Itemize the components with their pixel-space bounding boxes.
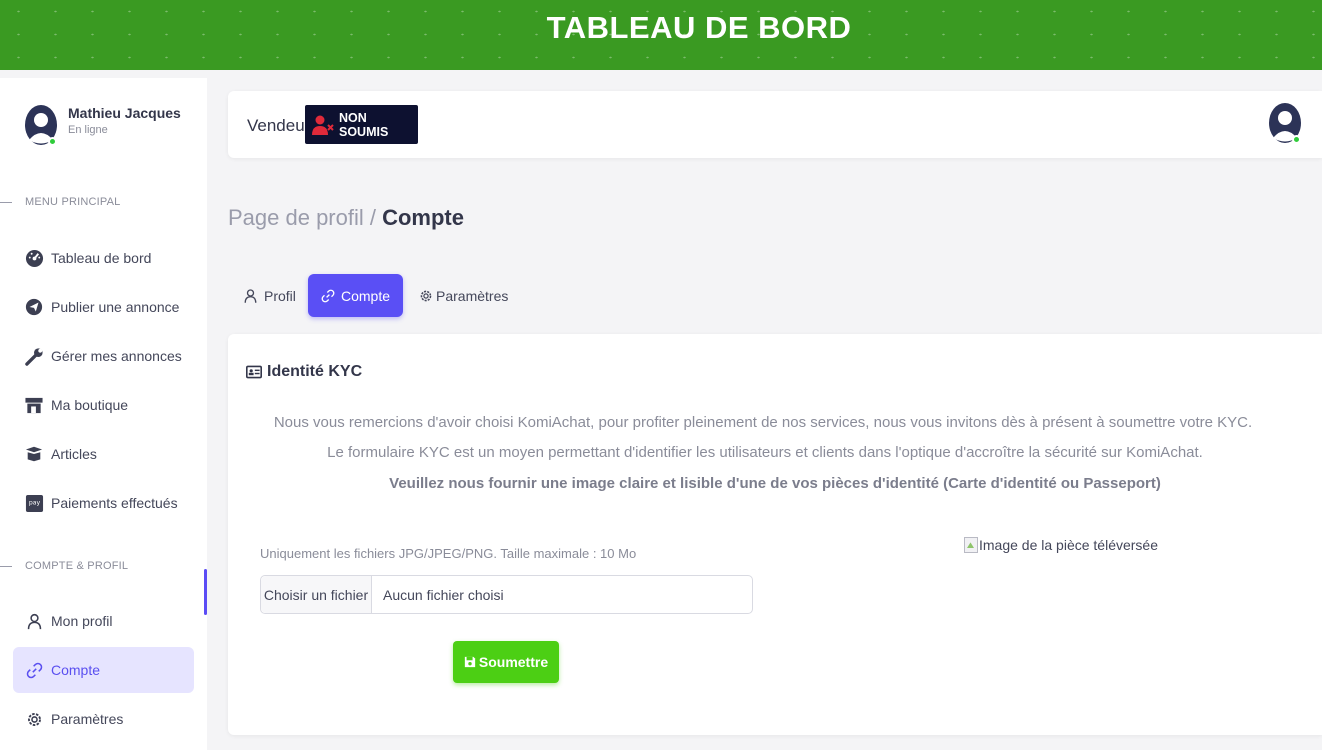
send-icon xyxy=(24,297,44,317)
breadcrumb: Page de profil / Compte xyxy=(228,205,464,231)
sidebar-item-dashboard[interactable]: Tableau de bord xyxy=(13,235,194,281)
breadcrumb-separator: / xyxy=(363,205,383,230)
sidebar-item-label: Gérer mes annonces xyxy=(51,348,182,364)
active-indicator xyxy=(204,569,207,615)
store-icon xyxy=(24,395,44,415)
tab-label: Compte xyxy=(340,287,391,304)
user-status: En ligne xyxy=(68,124,108,136)
sidebar-item-my-profile[interactable]: Mon profil xyxy=(13,598,194,644)
header-bar: Vendeur NON SOUMIS xyxy=(228,91,1322,158)
section-title-account: COMPTE & PROFIL xyxy=(0,560,128,572)
user-unverified-icon xyxy=(311,113,335,137)
file-upload-input[interactable]: Choisir un fichier Aucun fichier choisi xyxy=(260,575,753,614)
sidebar-item-label: Mon profil xyxy=(51,613,113,629)
kyc-card: Identité KYC Nous vous remercions d'avoi… xyxy=(228,334,1322,735)
sidebar-item-publish[interactable]: Publier une annonce xyxy=(13,284,194,330)
top-banner: TABLEAU DE BORD xyxy=(0,0,1322,70)
file-name-display: Aucun fichier choisi xyxy=(383,586,504,603)
user-name: Mathieu Jacques xyxy=(68,105,181,121)
tab-account[interactable]: Compte xyxy=(308,274,403,317)
status-badge: NON SOUMIS xyxy=(305,105,418,144)
page-banner-title: TABLEAU DE BORD xyxy=(546,10,852,45)
tab-settings[interactable]: Paramètres xyxy=(419,274,508,317)
dashboard-icon xyxy=(24,248,44,268)
sidebar-item-manage-ads[interactable]: Gérer mes annonces xyxy=(13,333,194,379)
file-hint: Uniquement les fichiers JPG/JPEG/PNG. Ta… xyxy=(260,546,637,561)
kyc-instruction-line: Veuillez nous fournir une image claire e… xyxy=(389,475,1161,492)
gear-icon xyxy=(24,709,44,729)
user-icon xyxy=(243,288,258,304)
tab-label: Paramètres xyxy=(436,287,509,304)
kyc-intro-line: Nous vous remercions d'avoir choisi Komi… xyxy=(273,414,1253,431)
tab-label: Profil xyxy=(264,287,296,304)
sidebar-item-store[interactable]: Ma boutique xyxy=(13,382,194,428)
kyc-description-line: Le formulaire KYC est un moyen permettan… xyxy=(327,444,1203,461)
choose-file-button[interactable]: Choisir un fichier xyxy=(261,576,372,613)
user-block[interactable]: Mathieu Jacques En ligne xyxy=(24,104,181,151)
submit-button[interactable]: Soumettre xyxy=(453,641,559,683)
sidebar-item-settings[interactable]: Paramètres xyxy=(13,696,194,742)
sidebar-item-label: Compte xyxy=(51,662,101,678)
save-icon xyxy=(464,656,476,668)
sidebar-item-account[interactable]: Compte xyxy=(13,647,194,693)
sidebar: Mathieu Jacques En ligne MENU PRINCIPAL … xyxy=(0,78,207,750)
section-title-main-menu: MENU PRINCIPAL xyxy=(0,196,121,208)
kyc-title-label: Identité KYC xyxy=(267,363,363,380)
sidebar-item-payments[interactable]: pay Paiements effectués xyxy=(13,480,194,526)
sidebar-item-articles[interactable]: Articles xyxy=(13,431,194,477)
broken-image-icon xyxy=(964,537,978,553)
user-icon xyxy=(24,611,44,631)
link-icon xyxy=(321,289,335,303)
sidebar-item-label: Paramètres xyxy=(51,711,124,727)
uploaded-image-preview: Image de la pièce téléversée xyxy=(964,537,1158,553)
online-status-dot xyxy=(1292,135,1301,144)
breadcrumb-parent[interactable]: Page de profil xyxy=(228,205,364,230)
preview-alt-text: Image de la pièce téléversée xyxy=(979,537,1158,553)
wrench-icon xyxy=(24,346,44,366)
avatar[interactable] xyxy=(24,104,58,146)
sidebar-item-label: Publier une annonce xyxy=(51,299,180,315)
role-label: Vendeur xyxy=(247,116,311,135)
pay-icon: pay xyxy=(24,493,44,513)
online-status-dot xyxy=(48,137,57,146)
gear-icon xyxy=(419,289,433,303)
kyc-title: Identité KYC xyxy=(246,363,362,381)
box-icon xyxy=(24,444,44,464)
sidebar-item-label: Articles xyxy=(51,446,97,462)
tab-profile[interactable]: Profil xyxy=(243,274,296,317)
status-badge-label: NON SOUMIS xyxy=(339,110,389,139)
sidebar-item-label: Ma boutique xyxy=(51,397,129,413)
sidebar-item-label: Paiements effectués xyxy=(51,495,178,511)
sidebar-item-label: Tableau de bord xyxy=(51,250,152,266)
breadcrumb-current: Compte xyxy=(382,205,464,230)
id-card-icon xyxy=(246,365,262,379)
svg-text:pay: pay xyxy=(28,499,40,506)
header-avatar[interactable] xyxy=(1268,102,1302,144)
link-icon xyxy=(24,660,44,680)
submit-label: Soumettre xyxy=(478,654,549,670)
